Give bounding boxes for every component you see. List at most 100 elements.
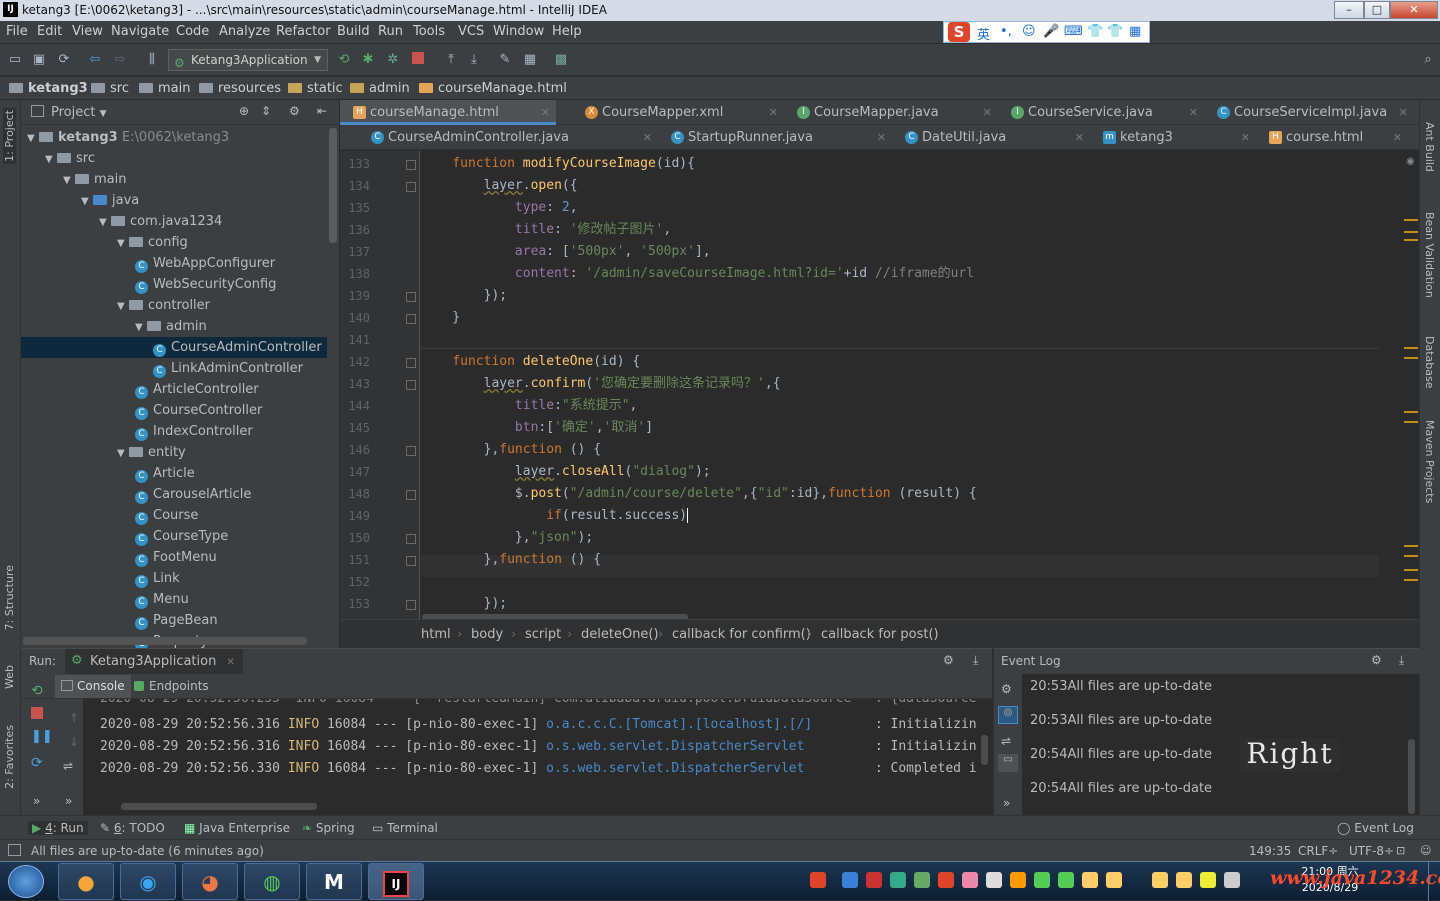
menu-code[interactable]: Code (176, 24, 209, 39)
tab-ketang3[interactable]: m ketang3 ✕ (1090, 125, 1256, 150)
debug-icon[interactable]: ✱ (360, 52, 376, 68)
open-folder-icon[interactable]: ▭ (7, 52, 23, 68)
project-view-select[interactable]: Project ▼ (51, 105, 107, 120)
taskbar-app-2[interactable]: ◉ (120, 863, 176, 900)
bean-validation-tool-tab[interactable]: Bean Validation (1423, 212, 1436, 298)
tray-chat-icon[interactable] (1058, 872, 1074, 888)
structure-icon[interactable]: ▦ (522, 52, 538, 68)
tree-item-indexcontroller[interactable]: C IndexController (21, 421, 327, 442)
tray-qq-icon[interactable] (1010, 872, 1026, 888)
punctuation-icon[interactable]: •, (1000, 24, 1012, 39)
gear-icon[interactable]: ⚙ (289, 104, 300, 118)
tray-emoji-icon[interactable] (1176, 872, 1192, 888)
fold-marker-icon[interactable] (406, 600, 416, 610)
close-tab-icon[interactable]: ✕ (643, 125, 652, 150)
run-tool-button[interactable]: ▶ 4: Run (28, 821, 88, 835)
show-desktop-button[interactable] (1428, 862, 1440, 901)
menu-refactor[interactable]: Refactor (276, 24, 331, 39)
up-icon[interactable]: ↑ (69, 711, 79, 725)
rerun-icon[interactable]: ⟲ (336, 52, 352, 68)
line-separator[interactable]: CRLF÷ (1298, 844, 1338, 858)
fold-marker-icon[interactable] (406, 534, 416, 544)
emoji-icon[interactable]: ☺ (1022, 24, 1036, 39)
stop-icon[interactable] (31, 707, 43, 719)
soft-wrap-icon[interactable]: ⇌ (63, 759, 73, 773)
menu-edit[interactable]: Edit (37, 24, 62, 39)
tree-item-controller[interactable]: ▼ controller (21, 295, 327, 316)
run-configuration-select[interactable]: ⚙ Ketang3Application ▼ (168, 49, 328, 71)
locate-icon[interactable]: ⊕ (239, 104, 249, 118)
forward-icon[interactable]: ⇨ (112, 52, 128, 68)
editor-crumb[interactable]: script (525, 627, 561, 642)
ime-toolbar[interactable]: S 英 •, ☺ 🎤 ⌨ 👕 👕 ▦ (943, 21, 1150, 43)
tree-item-pagebean[interactable]: C PageBean (21, 610, 327, 631)
tree-item-menu[interactable]: C Menu (21, 589, 327, 610)
crumb-main[interactable]: main (139, 81, 190, 96)
close-tab-icon[interactable]: ✕ (1189, 100, 1198, 125)
wrench-icon[interactable]: ✎ (497, 52, 513, 68)
inspector-icon[interactable]: ☺ (1420, 844, 1431, 857)
hide-panel-icon[interactable]: ⤓ (973, 653, 978, 668)
tray-emoji-icon[interactable] (1082, 872, 1098, 888)
tray-box-icon[interactable] (842, 872, 858, 888)
crumb-admin[interactable]: admin (350, 81, 410, 96)
crumb-project[interactable]: ketang3 (9, 81, 88, 96)
taskbar-wechat[interactable]: ◍ (244, 863, 300, 900)
crumb-src[interactable]: src (91, 81, 129, 96)
tree-item-webappconfigurer[interactable]: C WebAppConfigurer (21, 253, 327, 274)
down-icon[interactable]: ↓ (69, 735, 79, 749)
todo-tool-button[interactable]: ✎ 6: TODO (100, 821, 165, 835)
gear-icon[interactable]: ⚙ (1371, 653, 1382, 667)
restore-layout-icon[interactable]: ⟳ (31, 755, 43, 771)
fold-marker-icon[interactable] (406, 292, 416, 302)
sync-icon[interactable]: ⟳ (56, 52, 72, 68)
structure-tool-tab[interactable]: 7: Structure (3, 565, 16, 630)
console-vscrollbar[interactable] (981, 735, 988, 765)
tab-coursemapper-xml[interactable]: X CourseMapper.xml ✕ (572, 100, 784, 125)
tray-app-icon[interactable] (1200, 872, 1216, 888)
tree-item-coursetype[interactable]: C CourseType (21, 526, 327, 547)
caret-position[interactable]: 149:35 (1249, 844, 1291, 858)
maven-projects-tool-tab[interactable]: Maven Projects (1423, 420, 1436, 503)
tray-copy-icon[interactable] (986, 872, 1002, 888)
chevron-down-icon[interactable]: ▼ (27, 128, 39, 149)
favorites-tool-tab[interactable]: 2: Favorites (3, 725, 16, 789)
close-tab-icon[interactable]: ✕ (1241, 125, 1250, 150)
editor-crumb[interactable]: html (421, 627, 451, 642)
keyboard-icon[interactable]: ⌨ (1064, 24, 1083, 39)
up-icon[interactable]: ⤒ (443, 52, 459, 68)
download-icon[interactable]: ⤓ (466, 52, 482, 68)
code-area[interactable]: function modifyCourseImage(id){ layer.op… (421, 151, 1379, 619)
console-hscrollbar[interactable] (121, 803, 317, 810)
editor-crumb[interactable]: callback for confirm() (672, 627, 811, 642)
fold-marker-icon[interactable] (406, 556, 416, 566)
close-tab-icon[interactable]: ✕ (983, 100, 992, 125)
menu-vcs[interactable]: VCS (458, 24, 484, 39)
fold-marker-icon[interactable] (406, 160, 416, 170)
hide-panel-icon[interactable]: ⇤ (317, 104, 327, 118)
tree-item-article[interactable]: C Article (21, 463, 327, 484)
taskbar-chrome[interactable]: ◕ (182, 863, 238, 900)
more-icon[interactable]: » (33, 794, 40, 808)
tree-item-websecurityconfig[interactable]: C WebSecurityConfig (21, 274, 327, 295)
tree-item-course[interactable]: C Course (21, 505, 327, 526)
event-log-scrollbar[interactable] (1408, 739, 1415, 814)
tray-wechat-icon[interactable] (1034, 872, 1050, 888)
database-tool-tab[interactable]: Database (1423, 336, 1436, 389)
hide-panel-icon[interactable]: ⤓ (1399, 653, 1404, 668)
project-tool-tab[interactable]: 1: Project (3, 108, 16, 164)
tab-courseserviceimpl-java[interactable]: C CourseServiceImpl.java ✕ (1204, 100, 1414, 125)
plugin-icon[interactable]: ▩ (553, 52, 569, 68)
spring-tool-button[interactable]: ❧ Spring (302, 821, 355, 835)
minimize-button[interactable]: – (1334, 1, 1364, 19)
tray-nvidia-icon[interactable] (914, 872, 930, 888)
gear-icon[interactable]: ⚙ (943, 653, 954, 667)
crumb-file[interactable]: courseManage.html (419, 81, 567, 96)
close-tab-icon[interactable]: ✕ (1075, 125, 1084, 150)
project-scrollbar[interactable] (329, 128, 337, 243)
editor-crumb[interactable]: deleteOne() (581, 627, 659, 642)
ime-lang-toggle[interactable]: 英 (977, 24, 990, 43)
fold-marker-icon[interactable] (406, 358, 416, 368)
java-enterprise-tool-button[interactable]: ▦ Java Enterprise (184, 821, 290, 835)
lock-icon[interactable]: ⊡ (1396, 844, 1405, 857)
